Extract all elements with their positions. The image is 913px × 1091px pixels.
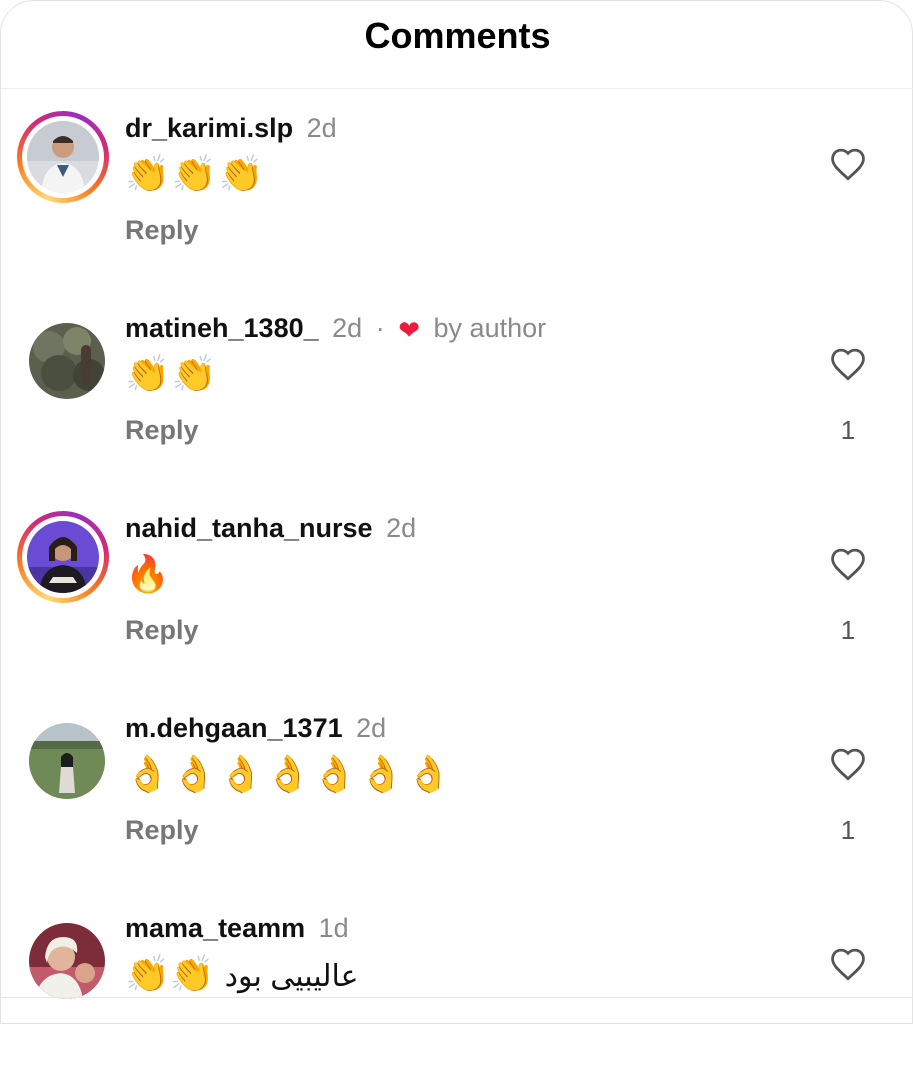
like-count: 1	[840, 615, 856, 645]
separator-dot: ·	[375, 313, 385, 343]
timestamp: 1d	[318, 913, 349, 943]
username[interactable]: matineh_1380_	[125, 313, 319, 343]
avatar-container[interactable]	[17, 911, 109, 1003]
timestamp: 2d	[306, 113, 337, 143]
heart-outline-icon[interactable]	[829, 347, 867, 381]
comment-item: mama_teamm 1d 👏👏 عالیبیی بود	[1, 891, 913, 1091]
comment-meta: m.dehgaan_1371 2d	[125, 713, 386, 744]
timestamp: 2d	[356, 713, 387, 743]
avatar[interactable]	[29, 323, 105, 399]
username[interactable]: dr_karimi.slp	[125, 113, 293, 143]
comment-text-rtl: عالیبیی بود	[224, 960, 359, 993]
username[interactable]: m.dehgaan_1371	[125, 713, 343, 743]
comment-meta: mama_teamm 1d	[125, 913, 349, 944]
heart-outline-icon[interactable]	[829, 947, 867, 981]
avatar-container[interactable]	[17, 711, 109, 803]
divider	[1, 997, 913, 998]
comments-sheet: Comments dr_karimi.slp 2d 👏👏👏 Reply mati…	[0, 0, 913, 1024]
heart-filled-icon: ❤	[398, 315, 421, 345]
reply-button[interactable]: Reply	[125, 815, 199, 846]
comment-emoji: 👏👏	[125, 953, 215, 994]
avatar[interactable]	[27, 121, 99, 193]
avatar-container[interactable]	[17, 311, 109, 403]
comment-item: m.dehgaan_1371 2d 👌👌👌👌👌👌👌 Reply 1	[1, 691, 913, 891]
username[interactable]: nahid_tanha_nurse	[125, 513, 373, 543]
like-count: 1	[840, 815, 856, 845]
liked-by-author-label: by author	[433, 313, 547, 343]
comment-text: 👏👏	[125, 353, 219, 394]
comment-meta: nahid_tanha_nurse 2d	[125, 513, 416, 544]
like-count: 1	[840, 415, 856, 445]
comment-item: dr_karimi.slp 2d 👏👏👏 Reply	[1, 91, 913, 291]
comment-text: 👌👌👌👌👌👌👌	[125, 753, 453, 794]
avatar-story-ring[interactable]	[17, 511, 109, 603]
comment-item: matineh_1380_ 2d · ❤ by author 👏👏 Reply …	[1, 291, 913, 491]
heart-outline-icon[interactable]	[829, 747, 867, 781]
avatar[interactable]	[29, 923, 105, 999]
reply-button[interactable]: Reply	[125, 615, 199, 646]
comment-meta: matineh_1380_ 2d · ❤ by author	[125, 313, 546, 346]
page-title: Comments	[364, 15, 551, 56]
reply-button[interactable]: Reply	[125, 215, 199, 246]
heart-outline-icon[interactable]	[829, 547, 867, 581]
comment-text: 🔥	[125, 553, 172, 594]
timestamp: 2d	[386, 513, 417, 543]
heart-outline-icon[interactable]	[829, 147, 867, 181]
avatar[interactable]	[27, 521, 99, 593]
avatar[interactable]	[29, 723, 105, 799]
comments-header: Comments	[1, 1, 913, 89]
avatar-story-ring[interactable]	[17, 111, 109, 203]
comment-text: 👏👏 عالیبیی بود	[125, 953, 359, 995]
comment-meta: dr_karimi.slp 2d	[125, 113, 337, 144]
comment-text: 👏👏👏	[125, 153, 266, 194]
reply-button[interactable]: Reply	[125, 415, 199, 446]
timestamp: 2d	[332, 313, 363, 343]
username[interactable]: mama_teamm	[125, 913, 305, 943]
comment-item: nahid_tanha_nurse 2d 🔥 Reply 1	[1, 491, 913, 691]
